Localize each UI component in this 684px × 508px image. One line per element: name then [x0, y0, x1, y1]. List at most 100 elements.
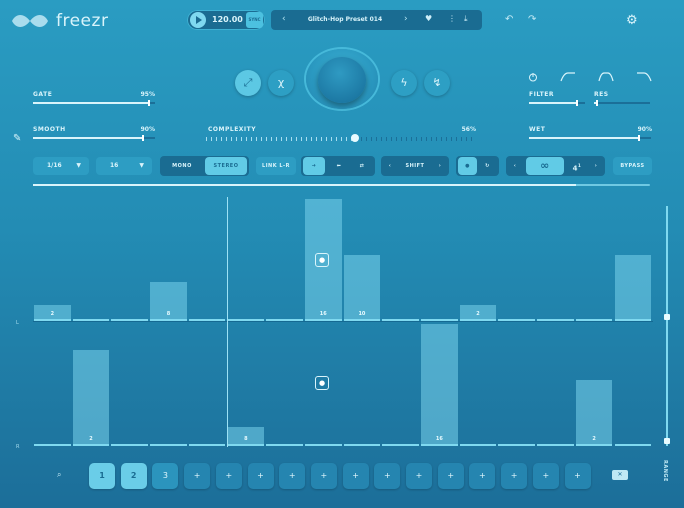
mode-button-3[interactable]: ϟ [391, 70, 417, 96]
main-knob[interactable] [318, 57, 366, 103]
wet-slider[interactable] [529, 135, 651, 141]
lowpass-icon[interactable] [636, 72, 652, 82]
add-page-button[interactable]: + [469, 463, 496, 489]
preset-prev-button[interactable]: ‹ [282, 14, 286, 24]
mono-button[interactable]: MONO [162, 157, 202, 175]
complexity-tick [216, 137, 217, 141]
heart-icon[interactable]: ♥ [425, 14, 432, 23]
step-bar[interactable]: 16 [421, 324, 458, 444]
step-bar[interactable]: 2 [575, 380, 613, 444]
link-lr-button[interactable]: LINK L-R [256, 157, 296, 175]
step-bar[interactable]: 10 [343, 255, 381, 319]
redo-icon[interactable]: ↷ [528, 14, 536, 25]
preset-name[interactable]: Glitch-Hop Preset 014 [300, 16, 390, 23]
complexity-tick [341, 137, 342, 141]
complexity-tick [256, 137, 257, 141]
lock-button[interactable]: ● [458, 157, 477, 175]
step-grid[interactable]: 2 8 16 10 2 2 8 16 2 [33, 195, 653, 450]
step-bar[interactable]: 2 [34, 304, 71, 319]
mode-button-2[interactable]: χ [268, 70, 294, 96]
playback-progress [33, 184, 650, 186]
complexity-tick [406, 137, 407, 141]
refresh-icon: ↻ [485, 163, 490, 169]
undo-icon[interactable]: ↶ [505, 14, 513, 25]
step-lock-icon[interactable]: ● [315, 376, 329, 390]
mode-button-4[interactable]: ↯ [424, 70, 450, 96]
shift-left-button[interactable]: ‹ [383, 157, 397, 175]
rate-dropdown[interactable]: 1/16 ▼ [33, 157, 89, 175]
slider-thumb[interactable] [637, 135, 640, 141]
slider-thumb[interactable] [141, 135, 144, 141]
pingpong-button[interactable]: ⇄ [351, 157, 373, 175]
gate-slider[interactable] [33, 100, 155, 106]
loop-prev-button[interactable]: ‹ [508, 157, 522, 175]
page-button-1[interactable]: 1 [89, 463, 115, 489]
forward-button[interactable]: ➜ [303, 157, 325, 175]
lane-right-tag: R [16, 444, 20, 450]
clear-icon[interactable]: ✕ [612, 470, 628, 480]
play-button[interactable] [190, 12, 206, 28]
step-bar[interactable] [614, 255, 652, 319]
complexity-tick [321, 137, 322, 141]
add-page-button[interactable]: + [501, 463, 528, 489]
page-button-2[interactable]: 2 [120, 463, 147, 489]
bandpass-icon[interactable] [598, 72, 614, 82]
bypass-button[interactable]: BYPASS [613, 157, 652, 175]
slider-thumb[interactable] [575, 100, 578, 106]
preset-next-button[interactable]: › [404, 14, 408, 24]
randomize-button[interactable]: ↻ [478, 157, 497, 175]
filter-slider[interactable] [529, 100, 585, 106]
highpass-icon[interactable] [560, 72, 576, 82]
complexity-value: 56% [461, 126, 476, 133]
mode-button-1[interactable]: ⤢ [235, 70, 261, 96]
gear-icon[interactable]: ⚙ [626, 13, 638, 28]
step-baseline [227, 319, 265, 321]
step-baseline [111, 319, 149, 321]
download-icon[interactable]: ⤓ [464, 14, 468, 24]
step-bar[interactable]: 8 [150, 281, 187, 319]
add-page-button[interactable]: + [184, 463, 211, 489]
add-page-button[interactable]: + [215, 463, 242, 489]
power-icon[interactable] [528, 72, 538, 82]
step-baseline [188, 444, 226, 446]
shift-right-button[interactable]: › [433, 157, 447, 175]
add-page-button[interactable]: + [279, 463, 306, 489]
step-baseline [575, 444, 613, 446]
steps-dropdown[interactable]: 16 ▼ [96, 157, 152, 175]
smooth-slider[interactable] [33, 135, 155, 141]
complexity-slider[interactable] [206, 137, 476, 141]
complexity-tick [386, 137, 387, 141]
loop-button[interactable]: ∞ [526, 157, 564, 175]
step-lock-icon[interactable]: ● [315, 253, 329, 267]
range-slider[interactable] [666, 206, 668, 446]
menu-icon[interactable]: ⋮ [448, 14, 456, 23]
add-page-button[interactable]: + [310, 463, 337, 489]
loop-next-button[interactable]: › [589, 157, 603, 175]
slider-thumb[interactable] [595, 100, 598, 106]
step-bar[interactable]: 8 [227, 427, 265, 444]
add-page-button[interactable]: + [437, 463, 464, 489]
add-page-button[interactable]: + [564, 463, 591, 489]
complexity-tick [461, 137, 462, 141]
range-handle-bottom[interactable] [664, 438, 670, 444]
step-baseline [498, 444, 536, 446]
slider-thumb[interactable] [147, 100, 150, 106]
step-bar[interactable]: 2 [72, 350, 110, 444]
stereo-button[interactable]: STEREO [205, 157, 247, 175]
complexity-thumb[interactable] [351, 134, 359, 142]
add-page-button[interactable]: + [374, 463, 401, 489]
bpm-value[interactable]: 120.00 [212, 15, 243, 24]
range-handle-mid[interactable] [664, 314, 670, 320]
add-page-button[interactable]: + [247, 463, 274, 489]
search-icon[interactable]: ⌕ [57, 470, 61, 480]
page-button-3[interactable]: 3 [152, 463, 179, 489]
add-page-button[interactable]: + [342, 463, 369, 489]
step-bar[interactable]: 2 [459, 304, 497, 319]
sync-button[interactable]: SYNC [246, 12, 263, 28]
res-slider[interactable] [594, 100, 650, 106]
add-page-button[interactable]: + [532, 463, 559, 489]
complexity-tick [246, 137, 247, 141]
add-page-button[interactable]: + [406, 463, 432, 489]
reverse-button[interactable]: ⬅ [328, 157, 350, 175]
complexity-tick [396, 137, 397, 141]
